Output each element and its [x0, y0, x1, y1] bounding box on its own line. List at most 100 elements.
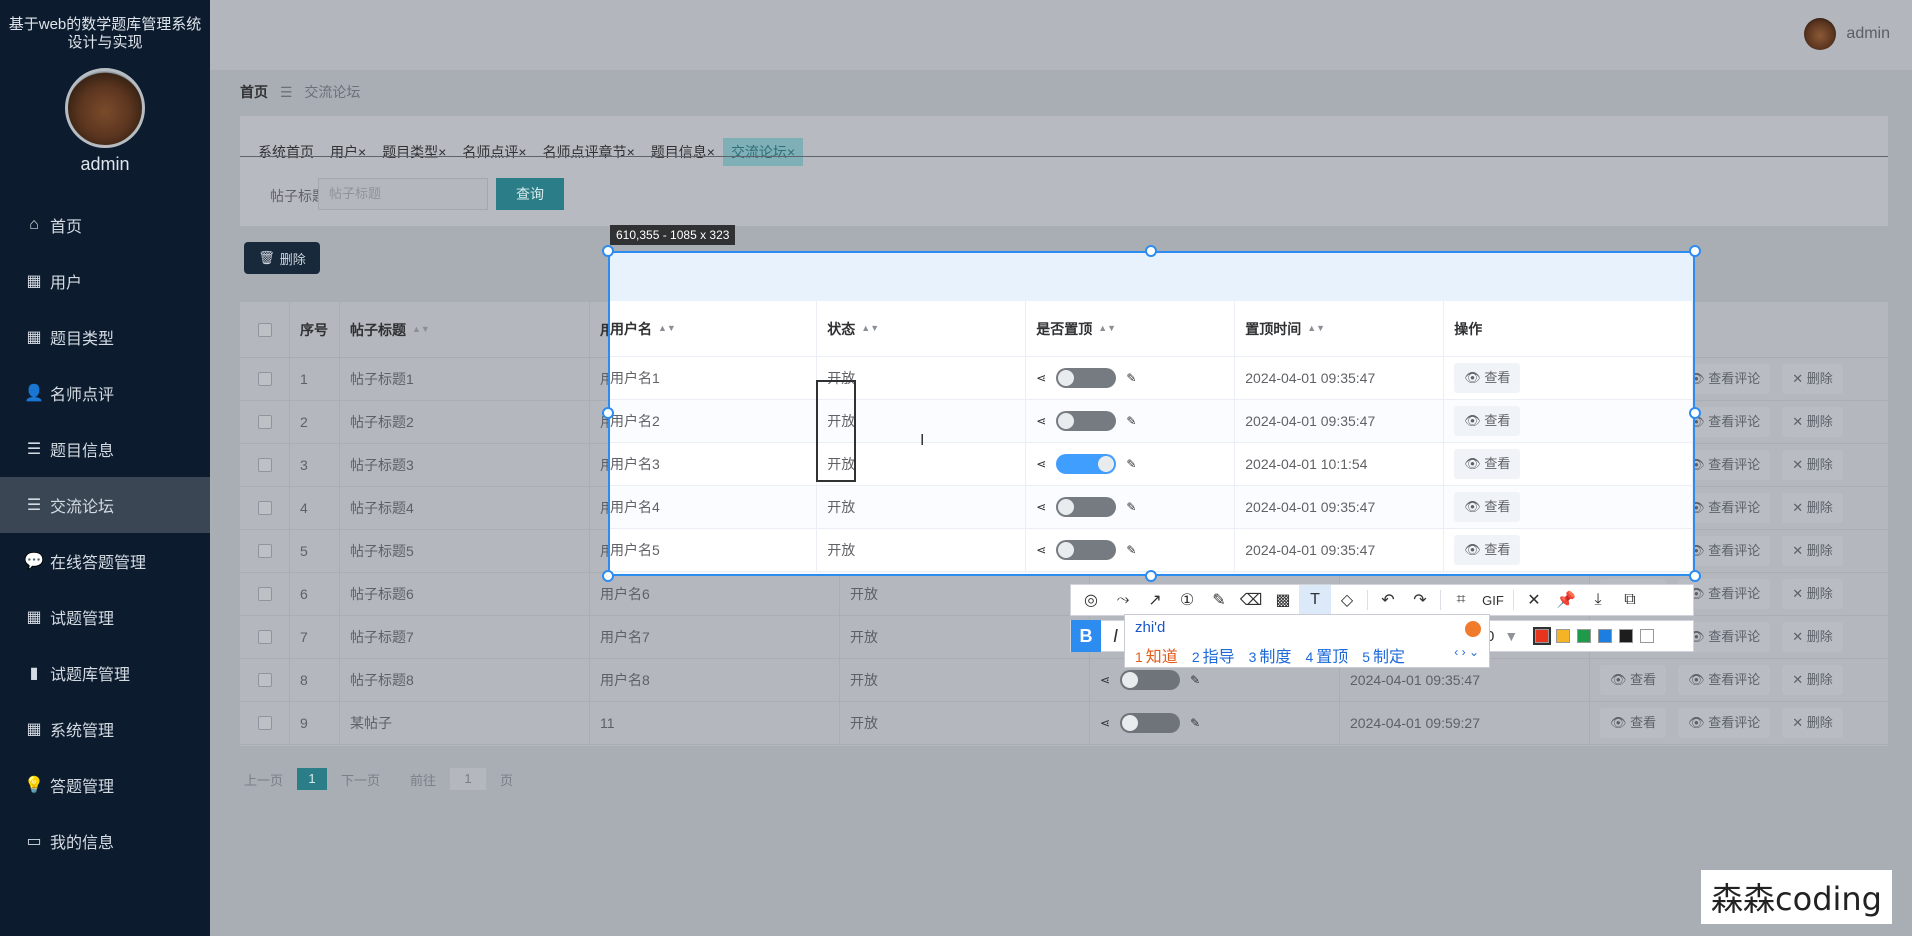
ime-candidate[interactable]: 3 制度	[1249, 643, 1292, 667]
view-button[interactable]: 👁 查看	[1454, 449, 1521, 479]
share-icon[interactable]: ⋖	[1100, 716, 1110, 730]
view-comments-button[interactable]: 👁 查看评论	[1678, 665, 1771, 695]
share-icon[interactable]: ⋖	[1036, 414, 1046, 428]
row-delete-button[interactable]: ✕ 删除	[1782, 450, 1843, 480]
color-swatch[interactable]	[1533, 627, 1552, 645]
header-user[interactable]: admin	[1804, 18, 1890, 50]
next-page-button[interactable]: 下一页	[341, 770, 380, 789]
row-delete-button[interactable]: ✕ 删除	[1782, 622, 1843, 652]
close-icon[interactable]: ×	[707, 144, 715, 160]
sidebar-item[interactable]: ▭ 我的信息	[0, 813, 210, 869]
chevron-down-icon[interactable]: ▼	[1504, 628, 1518, 644]
column-header[interactable]	[240, 302, 290, 357]
color-swatch[interactable]	[1556, 629, 1571, 643]
sidebar-item[interactable]: 💬 在线答题管理	[0, 533, 210, 589]
sort-icon[interactable]: ▲▼	[1098, 324, 1116, 333]
column-header[interactable]: 置顶时间 ▲▼	[1235, 301, 1445, 356]
resize-handle-nw[interactable]	[602, 245, 614, 257]
text-icon[interactable]: T	[1299, 585, 1331, 615]
download-icon[interactable]: ⤓	[1582, 585, 1614, 615]
view-button[interactable]: 👁 查看	[1454, 492, 1521, 522]
column-header[interactable]: 是否置顶 ▲▼	[1026, 301, 1236, 356]
column-header[interactable]: 序号	[290, 302, 340, 357]
query-button[interactable]: 查询	[496, 178, 564, 210]
tab-item[interactable]: 题目类型×	[374, 138, 454, 166]
row-delete-button[interactable]: ✕ 删除	[1782, 407, 1843, 437]
goto-page-input[interactable]: 1	[450, 768, 487, 790]
polyline-icon[interactable]: ⤳	[1107, 585, 1139, 615]
row-checkbox[interactable]	[257, 501, 272, 515]
resize-handle-s[interactable]	[1145, 570, 1157, 582]
select-all-checkbox[interactable]	[257, 322, 272, 337]
top-switch[interactable]	[1056, 454, 1117, 474]
redo-icon[interactable]: ↷	[1404, 585, 1436, 615]
ime-nav-icon[interactable]: ‹ › ⌄	[1454, 645, 1479, 659]
delete-button[interactable]: 🗑 删除	[244, 242, 320, 274]
tab-item[interactable]: 用户×	[322, 138, 374, 166]
row-checkbox[interactable]	[257, 415, 272, 429]
row-checkbox[interactable]	[257, 716, 272, 730]
row-delete-button[interactable]: ✕ 删除	[1782, 493, 1843, 523]
row-delete-button[interactable]: ✕ 删除	[1782, 665, 1843, 695]
sidebar-item[interactable]: ▦ 系统管理	[0, 701, 210, 757]
pen-icon[interactable]: ✎	[1203, 585, 1235, 615]
view-button[interactable]: 👁 查看	[1454, 406, 1521, 436]
column-header[interactable]: 操作	[1444, 301, 1693, 356]
ocr-icon[interactable]: ⌗	[1445, 585, 1477, 615]
view-button[interactable]: 👁 查看	[1454, 363, 1521, 393]
resize-handle-w[interactable]	[602, 407, 614, 419]
italic-button[interactable]: I	[1113, 626, 1118, 647]
row-checkbox[interactable]	[257, 544, 272, 558]
color-swatch[interactable]	[1577, 629, 1592, 643]
close-icon[interactable]: ×	[438, 144, 446, 160]
share-icon[interactable]: ⋖	[1100, 673, 1110, 687]
top-switch[interactable]	[1120, 670, 1181, 690]
view-button[interactable]: 👁 查看	[1600, 708, 1667, 738]
edit-icon[interactable]: ✎	[1126, 500, 1136, 514]
row-delete-button[interactable]: ✕ 删除	[1782, 708, 1843, 738]
edit-icon[interactable]: ✎	[1126, 414, 1136, 428]
tab-item[interactable]: 题目信息×	[643, 138, 723, 166]
page-number-current[interactable]: 1	[297, 768, 328, 790]
sort-icon[interactable]: ▲▼	[658, 324, 676, 333]
color-swatch[interactable]	[1640, 629, 1655, 643]
ime-candidate[interactable]: 1 知道	[1135, 643, 1178, 667]
edit-icon[interactable]: ✎	[1126, 371, 1136, 385]
top-switch[interactable]	[1056, 540, 1117, 560]
resize-handle-n[interactable]	[1145, 245, 1157, 257]
column-header[interactable]: 帖子标题 ▲▼	[340, 302, 590, 357]
tab-item[interactable]: 系统首页	[250, 138, 322, 166]
ime-candidate[interactable]: 5 制定	[1362, 643, 1405, 667]
sort-icon[interactable]: ▲▼	[1307, 324, 1325, 333]
top-switch[interactable]	[1120, 713, 1181, 733]
resize-handle-se[interactable]	[1689, 570, 1701, 582]
breadcrumb-home[interactable]: 首页	[240, 84, 268, 100]
resize-handle-sw[interactable]	[602, 570, 614, 582]
edit-icon[interactable]: ✎	[1126, 543, 1136, 557]
sidebar-item[interactable]: ▦ 试题管理	[0, 589, 210, 645]
gif-button[interactable]: GIF	[1477, 585, 1509, 615]
resize-handle-ne[interactable]	[1689, 245, 1701, 257]
view-comments-button[interactable]: 👁 查看评论	[1678, 708, 1771, 738]
sidebar-avatar[interactable]	[65, 68, 145, 148]
sidebar-item[interactable]: ▦ 题目类型	[0, 309, 210, 365]
row-delete-button[interactable]: ✕ 删除	[1782, 579, 1843, 609]
sidebar-item[interactable]: ☰ 交流论坛	[0, 477, 210, 533]
resize-handle-e[interactable]	[1689, 407, 1701, 419]
view-button[interactable]: 👁 查看	[1454, 535, 1521, 565]
sort-icon[interactable]: ▲▼	[412, 325, 430, 334]
sidebar-item[interactable]: 👤 名师点评	[0, 365, 210, 421]
tab-item[interactable]: 名师点评×	[454, 138, 534, 166]
top-switch[interactable]	[1056, 368, 1117, 388]
edit-icon[interactable]: ✎	[1190, 716, 1200, 730]
marker-icon[interactable]: ⌫	[1235, 585, 1267, 615]
close-icon[interactable]: ×	[627, 144, 635, 160]
eraser-icon[interactable]: ◇	[1331, 585, 1363, 615]
color-swatch[interactable]	[1598, 629, 1613, 643]
sidebar-item[interactable]: ☰ 题目信息	[0, 421, 210, 477]
prev-page-button[interactable]: 上一页	[244, 770, 283, 789]
undo-icon[interactable]: ↶	[1372, 585, 1404, 615]
share-icon[interactable]: ⋖	[1036, 371, 1046, 385]
close-icon[interactable]: ×	[787, 144, 795, 160]
arrow-icon[interactable]: ↗	[1139, 585, 1171, 615]
